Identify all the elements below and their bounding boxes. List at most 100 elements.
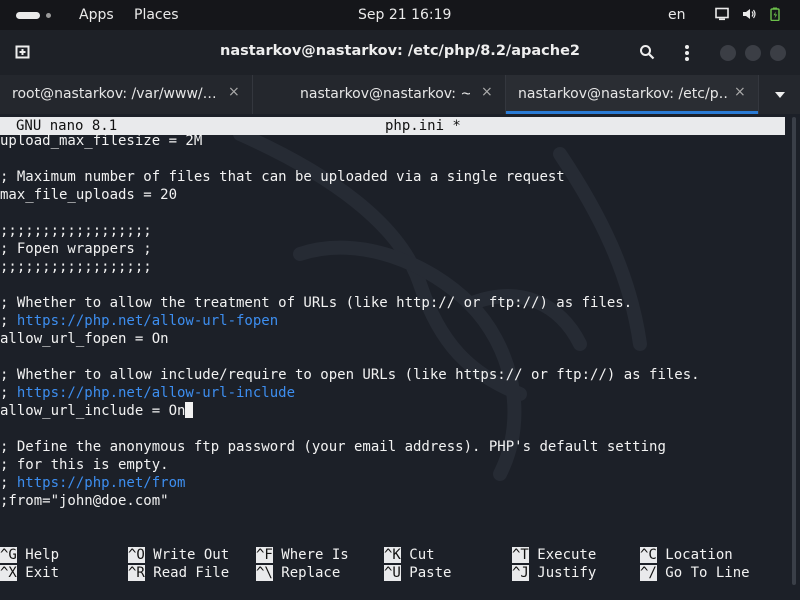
editor-line[interactable]: upload_max_filesize = 2M [0,132,202,150]
shortcut-go-to-line[interactable]: ^/ Go To Line [640,564,750,582]
line-text: ; for this is empty. [0,457,169,473]
line-text: max_file_uploads = 20 [0,187,178,203]
nano-filename: php.ini * [385,118,461,134]
shortcut-read-file[interactable]: ^R Read File [128,564,229,582]
editor-line[interactable]: ; Fopen wrappers ; [0,240,152,258]
chevron-down-icon [775,92,785,98]
editor-line[interactable]: ; Define the anonymous ftp password (you… [0,438,666,456]
line-text: ;from="john@doe.com" [0,493,169,509]
shortcut-key: ^C [640,547,657,563]
line-text: allow_url_fopen = On [0,331,169,347]
shortcut-key: ^J [512,565,529,581]
shortcut-label: Paste [400,565,452,581]
shortcut-key: ^/ [640,565,657,581]
shortcut-execute[interactable]: ^T Execute [512,546,596,564]
shortcut-key: ^U [384,565,401,581]
shortcut-replace[interactable]: ^\ Replace [256,564,340,582]
tab-bar: root@nastarkov: /var/www/… × nastarkov@n… [0,75,800,115]
editor-line[interactable]: ; Maximum number of files that can be up… [0,168,565,186]
shortcut-label: Go To Line [656,565,750,581]
activities-dot [46,13,51,18]
editor-line[interactable]: allow_url_fopen = On [0,330,169,348]
tab-label: root@nastarkov: /var/www/… [12,86,217,102]
apps-menu[interactable]: Apps [79,7,114,23]
shortcut-key: ^O [128,547,145,563]
display-icon[interactable] [715,7,729,21]
shortcut-key: ^F [256,547,273,563]
tab-root-var-www[interactable]: root@nastarkov: /var/www/… × [0,75,253,114]
shortcut-label: Exit [16,565,60,581]
tab-home[interactable]: nastarkov@nastarkov: ~ × [253,75,506,114]
line-text: ;;;;;;;;;;;;;;;;;; [0,259,152,275]
clock[interactable]: Sep 21 16:19 [358,7,451,23]
line-text: ; Whether to allow include/require to op… [0,367,700,383]
tab-list-button[interactable] [758,75,800,114]
editor-line[interactable]: ;from="john@doe.com" [0,492,169,510]
terminal-header-bar: nastarkov@nastarkov: /etc/php/8.2/apache… [0,30,800,75]
editor-line[interactable]: ;;;;;;;;;;;;;;;;;; [0,258,152,276]
editor-line[interactable]: ; Whether to allow include/require to op… [0,366,700,384]
shortcut-key: ^G [0,547,17,563]
shortcut-label: Location [656,547,733,563]
shortcut-label: Read File [144,565,230,581]
battery-icon[interactable] [768,7,782,21]
shortcut-label: Cut [400,547,435,563]
comment-prefix: ; [0,313,17,329]
activities-indicator[interactable] [16,12,40,19]
text-cursor [185,402,194,418]
shortcut-paste[interactable]: ^U Paste [384,564,451,582]
line-text: upload_max_filesize = 2M [0,133,203,149]
url-link[interactable]: https://php.net/from [17,475,186,491]
editor-line[interactable]: ; https://php.net/from [0,474,185,492]
editor-line[interactable]: allow_url_include = On [0,402,194,420]
shortcut-label: Justify [528,565,597,581]
editor-line[interactable]: ; https://php.net/allow-url-fopen [0,312,278,330]
places-menu[interactable]: Places [134,7,179,23]
url-link[interactable]: https://php.net/allow-url-include [17,385,295,401]
shortcut-key: ^R [128,565,145,581]
shortcut-exit[interactable]: ^X Exit [0,564,59,582]
shortcut-location[interactable]: ^C Location [640,546,733,564]
editor-line[interactable]: max_file_uploads = 20 [0,186,177,204]
volume-icon[interactable] [742,7,756,21]
shortcut-label: Help [16,547,60,563]
tab-label: nastarkov@nastarkov: /etc/p… [518,86,728,102]
line-text: ; Maximum number of files that can be up… [0,169,565,185]
shortcut-key: ^K [384,547,401,563]
line-text: ; Define the anonymous ftp password (you… [0,439,666,455]
shortcut-help[interactable]: ^G Help [0,546,59,564]
shortcut-key: ^\ [256,565,273,581]
url-link[interactable]: https://php.net/allow-url-fopen [17,313,278,329]
terminal-scrollbar[interactable] [792,117,796,585]
shortcut-key: ^T [512,547,529,563]
editor-line[interactable]: ; for this is empty. [0,456,169,474]
maximize-button[interactable] [745,45,761,61]
shortcut-write-out[interactable]: ^O Write Out [128,546,229,564]
tab-label: nastarkov@nastarkov: ~ [300,86,470,102]
line-text: allow_url_include = On [0,403,186,419]
editor-line[interactable]: ; https://php.net/allow-url-include [0,384,295,402]
shortcut-cut[interactable]: ^K Cut [384,546,435,564]
shortcut-justify[interactable]: ^J Justify [512,564,596,582]
editor-line[interactable]: ;;;;;;;;;;;;;;;;;; [0,222,152,240]
tab-etc-php[interactable]: nastarkov@nastarkov: /etc/p… × [506,75,759,114]
close-button[interactable] [770,45,786,61]
comment-prefix: ; [0,385,17,401]
shortcut-label: Write Out [144,547,230,563]
system-top-bar: Apps Places Sep 21 16:19 en [0,0,800,30]
shortcut-where-is[interactable]: ^F Where Is [256,546,349,564]
minimize-button[interactable] [720,45,736,61]
shortcut-key: ^X [0,565,17,581]
shortcut-label: Replace [272,565,341,581]
shortcut-label: Execute [528,547,597,563]
kebab-menu-icon[interactable] [680,44,694,62]
shortcut-label: Where Is [272,547,349,563]
editor-line[interactable]: ; Whether to allow the treatment of URLs… [0,294,632,312]
terminal-area[interactable]: GNU nano 8.1 php.ini * upload_max_filesi… [0,114,800,600]
keyboard-layout[interactable]: en [668,7,686,23]
tab-close-icon[interactable]: × [228,84,240,100]
tab-close-icon[interactable]: × [734,84,746,100]
tab-close-icon[interactable]: × [481,84,493,100]
comment-prefix: ; [0,475,17,491]
search-icon[interactable] [639,44,655,60]
